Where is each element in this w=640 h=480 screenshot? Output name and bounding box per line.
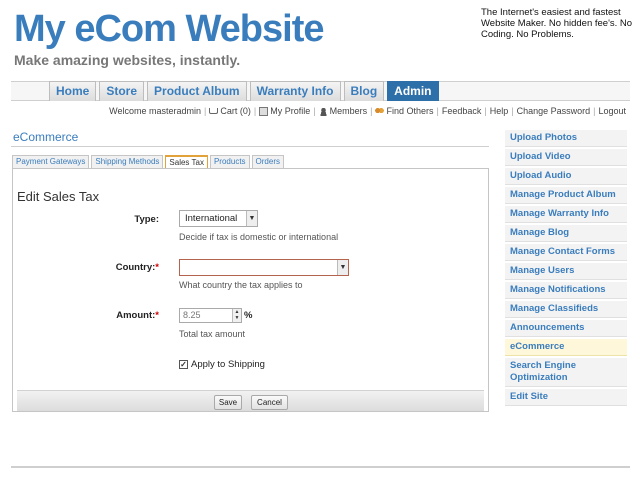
form-footer: Save Cancel (17, 390, 484, 411)
nav-tab-blog[interactable]: Blog (343, 81, 385, 101)
top-navigation: Home Store Product Album Warranty Info B… (49, 81, 442, 101)
divider: | (253, 106, 257, 116)
amount-input[interactable]: 8.25 ▲ ▼ (179, 308, 242, 323)
required-mark: * (155, 310, 159, 321)
feedback-link[interactable]: Feedback (442, 106, 482, 116)
cart-label: Cart (0) (220, 106, 251, 116)
sidebar-item-manage-product-album[interactable]: Manage Product Album (505, 187, 627, 204)
welcome-text: Welcome masteradmin (109, 106, 202, 116)
country-help: What country the tax applies to (179, 280, 303, 290)
sidebar-item-announcements[interactable]: Announcements (505, 320, 627, 337)
form-heading: Edit Sales Tax (17, 189, 100, 204)
sidebar-item-manage-notifications[interactable]: Manage Notifications (505, 282, 627, 299)
section-divider (11, 146, 489, 147)
apply-to-shipping-checkbox[interactable]: ✓ (179, 360, 188, 369)
sales-tax-panel: Edit Sales Tax Type: International ▼ Dec… (12, 168, 489, 412)
logout-link[interactable]: Logout (598, 106, 626, 116)
apply-to-shipping-label[interactable]: Apply to Shipping (191, 359, 265, 370)
subtab-sales-tax[interactable]: Sales Tax (165, 155, 208, 168)
amount-placeholder: 8.25 (183, 310, 201, 320)
chevron-down-icon: ▼ (337, 260, 348, 275)
nav-tab-store[interactable]: Store (99, 81, 145, 101)
subtab-payment-gateways[interactable]: Payment Gateways (12, 155, 90, 168)
site-tagline: Make amazing websites, instantly. (14, 52, 241, 68)
sidebar-item-manage-blog[interactable]: Manage Blog (505, 225, 627, 242)
amount-help: Total tax amount (179, 329, 246, 339)
members-link[interactable]: Members (318, 106, 368, 116)
type-label: Type: (93, 214, 159, 225)
promo-text: The Internet's easiest and fastest Websi… (481, 7, 633, 40)
sidebar-item-search-engine-optimization[interactable]: Search Engine Optimization (505, 358, 627, 387)
divider: | (484, 106, 487, 116)
stepper-icon[interactable]: ▲ ▼ (232, 309, 241, 322)
country-label-text: Country: (115, 262, 156, 273)
sidebar-item-manage-contact-forms[interactable]: Manage Contact Forms (505, 244, 627, 261)
type-label-text: Type: (134, 214, 159, 225)
divider: | (204, 106, 207, 116)
find-others-link[interactable]: Find Others (375, 106, 434, 116)
nav-tab-warranty-info[interactable]: Warranty Info (249, 81, 341, 101)
save-button[interactable]: Save (214, 395, 242, 410)
divider: | (370, 106, 373, 116)
sidebar-item-manage-classifieds[interactable]: Manage Classifieds (505, 301, 627, 318)
nav-tab-home[interactable]: Home (49, 81, 97, 101)
nav-tab-admin[interactable]: Admin (387, 81, 439, 101)
divider: | (593, 106, 596, 116)
my-profile-link[interactable]: My Profile (259, 106, 310, 116)
site-title[interactable]: My eCom Website (14, 8, 324, 51)
cancel-button[interactable]: Cancel (251, 395, 288, 410)
admin-sidebar: Upload Photos Upload Video Upload Audio … (505, 130, 627, 408)
subtab-products[interactable]: Products (209, 155, 250, 168)
change-password-link[interactable]: Change Password (517, 106, 591, 116)
country-select[interactable]: ▼ (179, 259, 349, 276)
footer-divider (11, 466, 630, 468)
my-profile-label: My Profile (270, 106, 311, 116)
divider: | (436, 106, 439, 116)
nav-tab-product-album[interactable]: Product Album (147, 81, 247, 101)
user-bar: Welcome masteradmin | Cart (0) | My Prof… (109, 106, 626, 116)
sidebar-item-ecommerce[interactable]: eCommerce (505, 339, 627, 356)
sidebar-item-upload-photos[interactable]: Upload Photos (505, 130, 627, 147)
divider: | (511, 106, 514, 116)
profile-icon (259, 106, 269, 116)
country-label: Country:* (93, 262, 159, 273)
subtab-orders[interactable]: Orders (251, 155, 284, 168)
find-others-label: Find Others (386, 106, 434, 116)
type-select[interactable]: International ▼ (179, 210, 258, 227)
chevron-down-icon: ▼ (246, 211, 257, 226)
section-title: eCommerce (13, 130, 79, 144)
find-others-icon (375, 106, 385, 116)
cart-link[interactable]: Cart (0) (209, 106, 251, 116)
ecommerce-subtabs: Payment Gateways Shipping Methods Sales … (12, 155, 286, 168)
amount-label-text: Amount: (116, 310, 156, 321)
members-icon (318, 106, 328, 116)
subtab-shipping-methods[interactable]: Shipping Methods (91, 155, 164, 168)
sidebar-item-upload-audio[interactable]: Upload Audio (505, 168, 627, 185)
amount-label: Amount:* (93, 310, 159, 321)
divider: | (313, 106, 316, 116)
type-help: Decide if tax is domestic or internation… (179, 232, 339, 242)
required-mark: * (155, 262, 159, 273)
type-select-value: International (185, 213, 238, 224)
sidebar-item-manage-users[interactable]: Manage Users (505, 263, 627, 280)
sidebar-item-edit-site[interactable]: Edit Site (505, 389, 627, 406)
sidebar-item-manage-warranty-info[interactable]: Manage Warranty Info (505, 206, 627, 223)
sidebar-item-upload-video[interactable]: Upload Video (505, 149, 627, 166)
cart-icon (209, 108, 219, 114)
help-link[interactable]: Help (490, 106, 509, 116)
amount-unit: % (244, 310, 253, 321)
members-label: Members (329, 106, 368, 116)
